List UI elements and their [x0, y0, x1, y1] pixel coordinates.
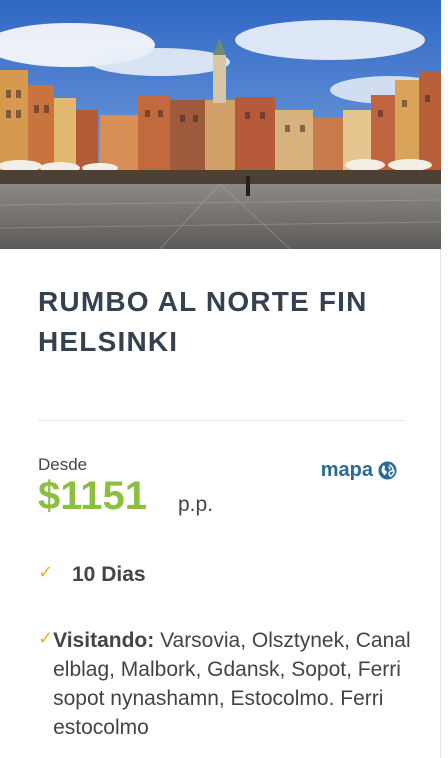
tour-title[interactable]: RUMBO AL NORTE FIN HELSINKI: [38, 282, 418, 362]
price-from-label: Desde: [38, 455, 88, 474]
map-link-label: mapa: [320, 459, 373, 481]
tour-image[interactable]: [0, 0, 441, 249]
price-per-person: p.p.: [178, 493, 214, 516]
feature-itinerary: ✓ Visitando: Varsovia, Olsztynek, Canal …: [38, 626, 418, 742]
divider: [38, 420, 404, 421]
check-icon: ✓: [38, 628, 54, 648]
check-icon: ✓: [38, 562, 54, 582]
visiting-label: Visitando:: [53, 629, 155, 652]
itinerary-text: Visitando: Varsovia, Olsztynek, Canal el…: [53, 626, 418, 742]
tour-card: RUMBO AL NORTE FIN HELSINKI Desde $1151 …: [0, 0, 441, 758]
globe-icon: [378, 461, 397, 480]
feature-duration: ✓ 10 Dias: [38, 560, 146, 589]
map-link[interactable]: mapa: [321, 459, 397, 482]
price-value: $1151: [38, 474, 148, 518]
duration-text: 10 Dias: [72, 563, 146, 586]
warsaw-square-photo: [0, 0, 441, 249]
